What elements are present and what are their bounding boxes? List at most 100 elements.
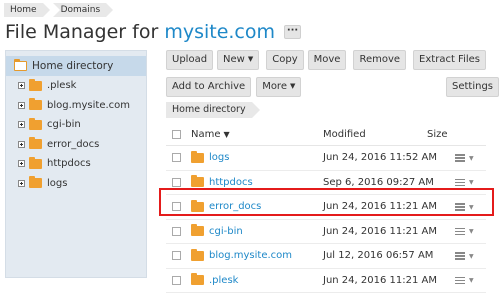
- menu-icon: [455, 179, 465, 187]
- row-modified: Jul 12, 2016 06:57 AM: [323, 250, 433, 261]
- tree-item-label: httpdocs: [47, 158, 91, 169]
- table-row[interactable]: logs Jun 24, 2016 11:52 AM ▼: [166, 146, 486, 171]
- file-table: Name▼ Modified Size logs Jun 24, 2016 11…: [166, 124, 486, 293]
- new-button[interactable]: New▼: [217, 50, 259, 70]
- column-modified-header[interactable]: Modified: [323, 129, 366, 140]
- move-button[interactable]: Move: [308, 50, 347, 70]
- row-name-cell: error_docs: [191, 201, 261, 212]
- row-checkbox[interactable]: [172, 227, 181, 236]
- row-checkbox[interactable]: [172, 178, 181, 187]
- new-button-label: New: [223, 54, 245, 65]
- table-row[interactable]: .plesk Jun 24, 2016 11:21 AM ▼: [166, 269, 486, 293]
- tree-item-label: logs: [47, 178, 67, 189]
- table-row[interactable]: blog.mysite.com Jul 12, 2016 06:57 AM ▼: [166, 244, 486, 269]
- folder-icon: [191, 275, 204, 285]
- chevron-down-icon: ▼: [290, 82, 295, 90]
- more-button-label: More: [262, 81, 287, 92]
- tree-item-error-docs[interactable]: error_docs: [6, 135, 146, 155]
- folder-icon: [191, 226, 204, 236]
- page-title-site: mysite.com: [164, 21, 275, 43]
- chevron-down-icon: ▼: [469, 204, 474, 211]
- chevron-down-icon: ▼: [248, 55, 253, 63]
- tree-item-cgi-bin[interactable]: cgi-bin: [6, 115, 146, 135]
- row-checkbox[interactable]: [172, 251, 181, 260]
- expand-icon[interactable]: [18, 180, 25, 187]
- row-menu-button[interactable]: ▼: [455, 225, 480, 239]
- tree-item-httpdocs[interactable]: httpdocs: [6, 154, 146, 174]
- folder-icon: [191, 202, 204, 212]
- row-menu-button[interactable]: ▼: [455, 200, 480, 214]
- menu-icon: [455, 154, 465, 162]
- expand-icon[interactable]: [18, 121, 25, 128]
- row-menu-button[interactable]: ▼: [455, 176, 480, 190]
- select-all-checkbox[interactable]: [172, 130, 181, 139]
- row-modified: Jun 24, 2016 11:52 AM: [323, 152, 437, 163]
- file-link[interactable]: blog.mysite.com: [209, 250, 292, 261]
- folder-icon: [29, 81, 42, 91]
- menu-icon: [455, 228, 465, 236]
- menu-icon: [455, 277, 465, 285]
- title-more-button[interactable]: ···: [284, 25, 301, 39]
- column-size-header[interactable]: Size: [427, 129, 448, 140]
- sort-down-icon: ▼: [224, 130, 230, 139]
- row-modified: Jun 24, 2016 11:21 AM: [323, 275, 437, 286]
- folder-icon: [191, 251, 204, 261]
- table-header: Name▼ Modified Size: [166, 124, 486, 146]
- row-name-cell: blog.mysite.com: [191, 250, 292, 261]
- toolbar-secondary: Add to Archive More▼: [166, 77, 301, 97]
- file-link[interactable]: logs: [209, 152, 229, 163]
- tree-item-logs[interactable]: logs: [6, 174, 146, 194]
- file-link[interactable]: cgi-bin: [209, 226, 243, 237]
- expand-icon[interactable]: [18, 141, 25, 148]
- tree-item-label: blog.mysite.com: [47, 100, 130, 111]
- row-name-cell: .plesk: [191, 275, 238, 286]
- tree-item-blog[interactable]: blog.mysite.com: [6, 96, 146, 116]
- upload-button[interactable]: Upload: [166, 50, 213, 70]
- folder-icon: [29, 120, 42, 130]
- chevron-down-icon: ▼: [469, 228, 474, 235]
- file-link[interactable]: httpdocs: [209, 177, 253, 188]
- file-link[interactable]: .plesk: [209, 275, 238, 286]
- chevron-down-icon: ▼: [469, 155, 474, 162]
- add-to-archive-button[interactable]: Add to Archive: [166, 77, 251, 97]
- folder-open-icon: [14, 61, 27, 71]
- tree-item-label: .plesk: [47, 80, 76, 91]
- settings-button[interactable]: Settings: [446, 77, 499, 97]
- folder-icon: [29, 159, 42, 169]
- folder-icon: [191, 177, 204, 187]
- chevron-down-icon: ▼: [469, 179, 474, 186]
- row-modified: Jun 24, 2016 11:21 AM: [323, 201, 437, 212]
- column-name-header[interactable]: Name▼: [191, 129, 230, 140]
- tree-item-label: error_docs: [47, 139, 99, 150]
- breadcrumb-domains[interactable]: Domains: [53, 3, 107, 17]
- table-row[interactable]: cgi-bin Jun 24, 2016 11:21 AM ▼: [166, 220, 486, 245]
- menu-icon: [455, 252, 465, 260]
- expand-icon[interactable]: [18, 160, 25, 167]
- path-breadcrumb[interactable]: Home directory: [166, 102, 252, 118]
- remove-button[interactable]: Remove: [353, 50, 406, 70]
- expand-icon[interactable]: [18, 82, 25, 89]
- extract-files-button[interactable]: Extract Files: [413, 50, 486, 70]
- breadcrumb-home[interactable]: Home: [4, 3, 43, 17]
- row-name-cell: httpdocs: [191, 177, 253, 188]
- page-title-prefix: File Manager for: [5, 21, 164, 43]
- more-button[interactable]: More▼: [256, 77, 301, 97]
- file-link[interactable]: error_docs: [209, 201, 261, 212]
- table-row[interactable]: httpdocs Sep 6, 2016 09:27 AM ▼: [166, 171, 486, 196]
- row-modified: Sep 6, 2016 09:27 AM: [323, 177, 434, 188]
- row-checkbox[interactable]: [172, 153, 181, 162]
- directory-tree: Home directory .plesk blog.mysite.com cg…: [5, 50, 147, 278]
- row-checkbox[interactable]: [172, 202, 181, 211]
- expand-icon[interactable]: [18, 102, 25, 109]
- tree-root-home[interactable]: Home directory: [6, 56, 146, 76]
- row-menu-button[interactable]: ▼: [455, 151, 480, 165]
- row-name-cell: logs: [191, 152, 229, 163]
- tree-item-plesk[interactable]: .plesk: [6, 76, 146, 96]
- row-menu-button[interactable]: ▼: [455, 249, 480, 263]
- table-row[interactable]: error_docs Jun 24, 2016 11:21 AM ▼: [166, 195, 486, 220]
- copy-button[interactable]: Copy: [266, 50, 303, 70]
- tree-root-label: Home directory: [32, 60, 113, 72]
- row-menu-button[interactable]: ▼: [455, 274, 480, 288]
- menu-icon: [455, 203, 465, 211]
- row-checkbox[interactable]: [172, 276, 181, 285]
